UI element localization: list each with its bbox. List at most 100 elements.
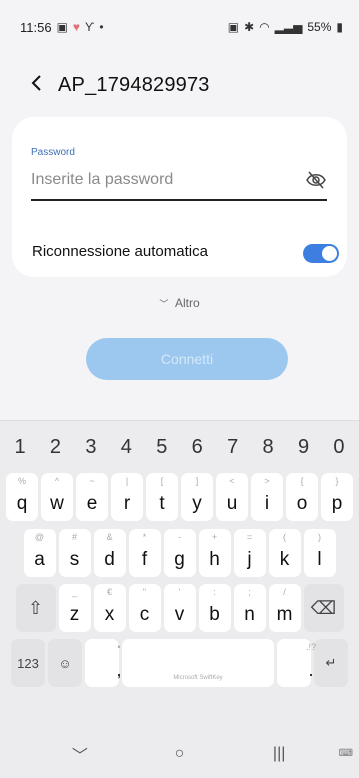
key-label: a xyxy=(34,549,45,570)
space-key[interactable]: Microsoft SwiftKey xyxy=(122,639,274,687)
key-hint: @ xyxy=(34,532,45,542)
key-d[interactable]: & d xyxy=(93,529,126,577)
shift-key[interactable]: ⇧ xyxy=(15,584,56,632)
key-label: j xyxy=(247,549,252,570)
key-e[interactable]: ~ e xyxy=(76,473,108,521)
number-row: 1234567890 xyxy=(0,427,359,467)
key-o[interactable]: {o xyxy=(286,473,318,521)
signal-icon: ▂▃▅ xyxy=(274,20,303,34)
key-hint: : xyxy=(213,587,216,597)
lock-icon: ▣ xyxy=(227,20,240,34)
key-u[interactable]: < u xyxy=(216,473,248,521)
key-label: q xyxy=(16,493,28,514)
symbols-key[interactable]: 123 xyxy=(11,639,45,687)
key-hint: ~ xyxy=(89,476,95,486)
key-i[interactable]: > i xyxy=(251,473,283,521)
key-g[interactable]: -g xyxy=(163,529,196,577)
key-c[interactable]: " c xyxy=(128,584,161,632)
key-y[interactable]: ] y xyxy=(181,473,213,521)
key-r[interactable]: | r xyxy=(111,473,143,521)
key-hint: " xyxy=(142,587,147,597)
chevron-down-icon: ﹀ xyxy=(159,299,169,309)
key-x[interactable]: € x xyxy=(93,584,126,632)
key-s[interactable]: # s xyxy=(58,529,91,577)
key-4[interactable]: 4 xyxy=(110,427,142,467)
eye-off-icon[interactable] xyxy=(305,169,327,191)
key-label: h xyxy=(209,549,220,570)
nav-home-icon[interactable]: ○ xyxy=(164,745,194,763)
period-hint: .!? xyxy=(305,642,316,652)
key-label: b xyxy=(209,604,220,625)
key-l[interactable]: ) l xyxy=(303,529,336,577)
emoji-key[interactable]: ☺ xyxy=(48,639,82,687)
key-label: n xyxy=(244,604,255,625)
key-b[interactable]: :b xyxy=(198,584,231,632)
key-2[interactable]: 2 xyxy=(39,427,71,467)
key-n[interactable]: ; n xyxy=(233,584,266,632)
dot-icon: • xyxy=(99,20,104,34)
password-input[interactable] xyxy=(31,166,281,194)
key-hint: ] xyxy=(195,476,199,486)
heart-icon: ♥ xyxy=(72,20,81,34)
connect-button[interactable]: Connetti xyxy=(86,338,288,380)
key-k[interactable]: (k xyxy=(268,529,301,577)
navigation-bar: ﹀ ○ ||| ⌨ xyxy=(0,730,359,778)
key-9[interactable]: 9 xyxy=(288,427,320,467)
key-hint: ) xyxy=(318,532,321,542)
key-label: m xyxy=(276,604,293,625)
key-z[interactable]: _ z xyxy=(58,584,91,632)
key-q[interactable]: % q xyxy=(6,473,38,521)
network-settings-card: Password Riconnessione automatica xyxy=(12,117,347,277)
key-hint: ' xyxy=(178,587,181,597)
status-time: 11:56 xyxy=(20,19,52,35)
backspace-key[interactable]: ⌫ xyxy=(303,584,344,632)
key-label: t xyxy=(159,493,165,514)
keyboard: 1234567890 % q ^ w ~ e | r[t] y < u > i{o} p @ a # s & d * f… xyxy=(0,420,359,778)
key-hint: | xyxy=(125,476,129,486)
key-6[interactable]: 6 xyxy=(181,427,213,467)
key-label: l xyxy=(317,549,322,570)
more-options[interactable]: ﹀ Altro xyxy=(0,296,359,310)
key-t[interactable]: [t xyxy=(146,473,178,521)
key-j[interactable]: = j xyxy=(233,529,266,577)
wifi-icon: ◠ xyxy=(259,20,270,34)
page-title: AP_1794829973 xyxy=(58,73,210,96)
key-1[interactable]: 1 xyxy=(4,427,36,467)
key-f[interactable]: * f xyxy=(128,529,161,577)
period-label: . xyxy=(308,660,314,680)
key-p[interactable]: } p xyxy=(321,473,353,521)
toggle-knob xyxy=(322,246,337,261)
comma-key[interactable]: • , xyxy=(85,639,122,687)
key-label: k xyxy=(279,549,290,570)
key-v[interactable]: ' v xyxy=(163,584,196,632)
image-icon: ▣ xyxy=(56,20,68,34)
key-hint: } xyxy=(335,476,339,486)
key-a[interactable]: @ a xyxy=(23,529,56,577)
back-icon[interactable] xyxy=(30,74,44,96)
key-label: g xyxy=(174,549,185,570)
key-label: y xyxy=(192,493,202,514)
key-m[interactable]: / m xyxy=(268,584,301,632)
key-hint: = xyxy=(246,532,253,542)
key-label: p xyxy=(331,493,343,514)
password-underline xyxy=(31,199,327,201)
key-label: i xyxy=(264,493,270,514)
nav-recents-icon[interactable]: ||| xyxy=(264,745,294,763)
password-label: Password xyxy=(31,147,75,158)
key-hint: _ xyxy=(71,587,77,597)
keyboard-switch-icon[interactable]: ⌨ xyxy=(339,748,353,759)
key-8[interactable]: 8 xyxy=(252,427,284,467)
period-key[interactable]: .!? . xyxy=(277,639,316,687)
key-5[interactable]: 5 xyxy=(146,427,178,467)
key-label: d xyxy=(104,549,115,570)
key-hint: + xyxy=(211,532,218,542)
key-3[interactable]: 3 xyxy=(75,427,107,467)
key-hint: * xyxy=(142,532,147,542)
key-7[interactable]: 7 xyxy=(217,427,249,467)
key-w[interactable]: ^ w xyxy=(41,473,73,521)
key-0[interactable]: 0 xyxy=(323,427,355,467)
key-row-3-letters: _ z € x " c ' v: b; n / m xyxy=(58,584,301,634)
auto-reconnect-toggle[interactable] xyxy=(303,244,339,263)
nav-back-icon[interactable]: ﹀ xyxy=(65,742,95,766)
key-h[interactable]: + h xyxy=(198,529,231,577)
